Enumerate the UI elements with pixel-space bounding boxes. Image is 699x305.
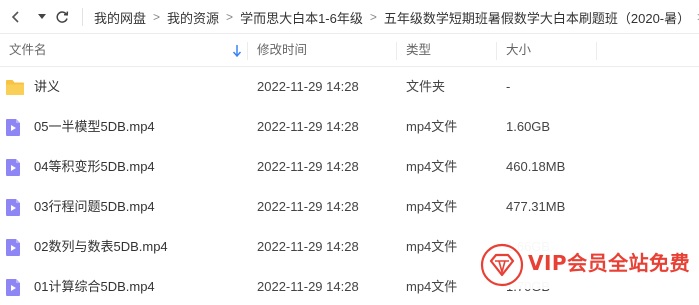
video-file-icon <box>5 238 24 257</box>
breadcrumb-item[interactable]: 我的资源 <box>167 8 219 27</box>
chevron-right-icon: > <box>153 10 161 24</box>
file-row[interactable]: 讲义 2022-11-29 14:28 文件夹 - <box>0 67 699 107</box>
history-dropdown-icon[interactable] <box>34 9 50 25</box>
breadcrumb: 我的网盘 > 我的资源 > 学而思大白本1-6年级 > 五年级数学短期班暑假数学… <box>94 0 699 34</box>
column-divider[interactable] <box>596 42 597 60</box>
chevron-right-icon: > <box>226 10 234 24</box>
file-modified: 2022-11-29 14:28 <box>257 79 359 94</box>
folder-icon <box>5 78 24 97</box>
file-size: 460.18MB <box>506 159 566 174</box>
file-type: mp4文件 <box>406 279 458 294</box>
vip-diamond-logo-icon <box>480 243 524 287</box>
file-name[interactable]: 05一半模型5DB.mp4 <box>34 107 155 147</box>
column-divider[interactable] <box>496 42 497 60</box>
file-name[interactable]: 03行程问题5DB.mp4 <box>34 187 155 227</box>
breadcrumb-item[interactable]: 学而思大白本1-6年级 <box>240 8 363 27</box>
file-name[interactable]: 讲义 <box>34 67 60 107</box>
file-size: - <box>506 79 511 94</box>
column-header-name[interactable]: 文件名 <box>9 34 47 67</box>
vip-promo-text: VIP会员全站免费 <box>528 251 691 275</box>
file-modified: 2022-11-29 14:28 <box>257 119 359 134</box>
file-size: 1.60GB <box>506 119 551 134</box>
file-modified: 2022-11-29 14:28 <box>257 239 359 254</box>
file-modified: 2022-11-29 14:28 <box>257 159 359 174</box>
column-header-modified[interactable]: 修改时间 <box>257 34 307 67</box>
column-header-type[interactable]: 类型 <box>406 34 431 67</box>
file-name[interactable]: 04等积变形5DB.mp4 <box>34 147 155 187</box>
vip-promo-badge[interactable]: VIP会员全站免费 <box>476 241 690 289</box>
video-file-icon <box>5 118 24 137</box>
file-type: 文件夹 <box>406 79 446 94</box>
refresh-icon[interactable] <box>54 9 70 25</box>
breadcrumb-item[interactable]: 我的网盘 <box>94 8 146 27</box>
column-divider[interactable] <box>247 42 248 60</box>
nav-divider <box>82 8 83 26</box>
column-header-size[interactable]: 大小 <box>506 34 531 67</box>
file-row[interactable]: 03行程问题5DB.mp4 2022-11-29 14:28 mp4文件 477… <box>0 187 699 227</box>
video-file-icon <box>5 158 24 177</box>
top-nav-bar: 我的网盘 > 我的资源 > 学而思大白本1-6年级 > 五年级数学短期班暑假数学… <box>0 0 699 34</box>
video-file-icon <box>5 198 24 217</box>
column-divider[interactable] <box>396 42 397 60</box>
column-header: 文件名 修改时间 类型 大小 <box>0 34 699 67</box>
video-file-icon <box>5 278 24 297</box>
file-modified: 2022-11-29 14:28 <box>257 279 359 294</box>
back-arrow-icon[interactable] <box>8 9 24 25</box>
file-row[interactable]: 05一半模型5DB.mp4 2022-11-29 14:28 mp4文件 1.6… <box>0 107 699 147</box>
file-type: mp4文件 <box>406 159 458 174</box>
file-name[interactable]: 01计算综合5DB.mp4 <box>34 267 155 305</box>
file-size: 477.31MB <box>506 199 566 214</box>
file-type: mp4文件 <box>406 239 458 254</box>
file-type: mp4文件 <box>406 199 458 214</box>
chevron-right-icon: > <box>369 10 377 24</box>
file-type: mp4文件 <box>406 119 458 134</box>
file-modified: 2022-11-29 14:28 <box>257 199 359 214</box>
file-row[interactable]: 04等积变形5DB.mp4 2022-11-29 14:28 mp4文件 460… <box>0 147 699 187</box>
breadcrumb-item-current[interactable]: 五年级数学短期班暑假数学大白本刷题班（2020-暑） <box>384 8 690 27</box>
file-name[interactable]: 02数列与数表5DB.mp4 <box>34 227 168 267</box>
sort-descending-icon[interactable] <box>232 44 242 58</box>
